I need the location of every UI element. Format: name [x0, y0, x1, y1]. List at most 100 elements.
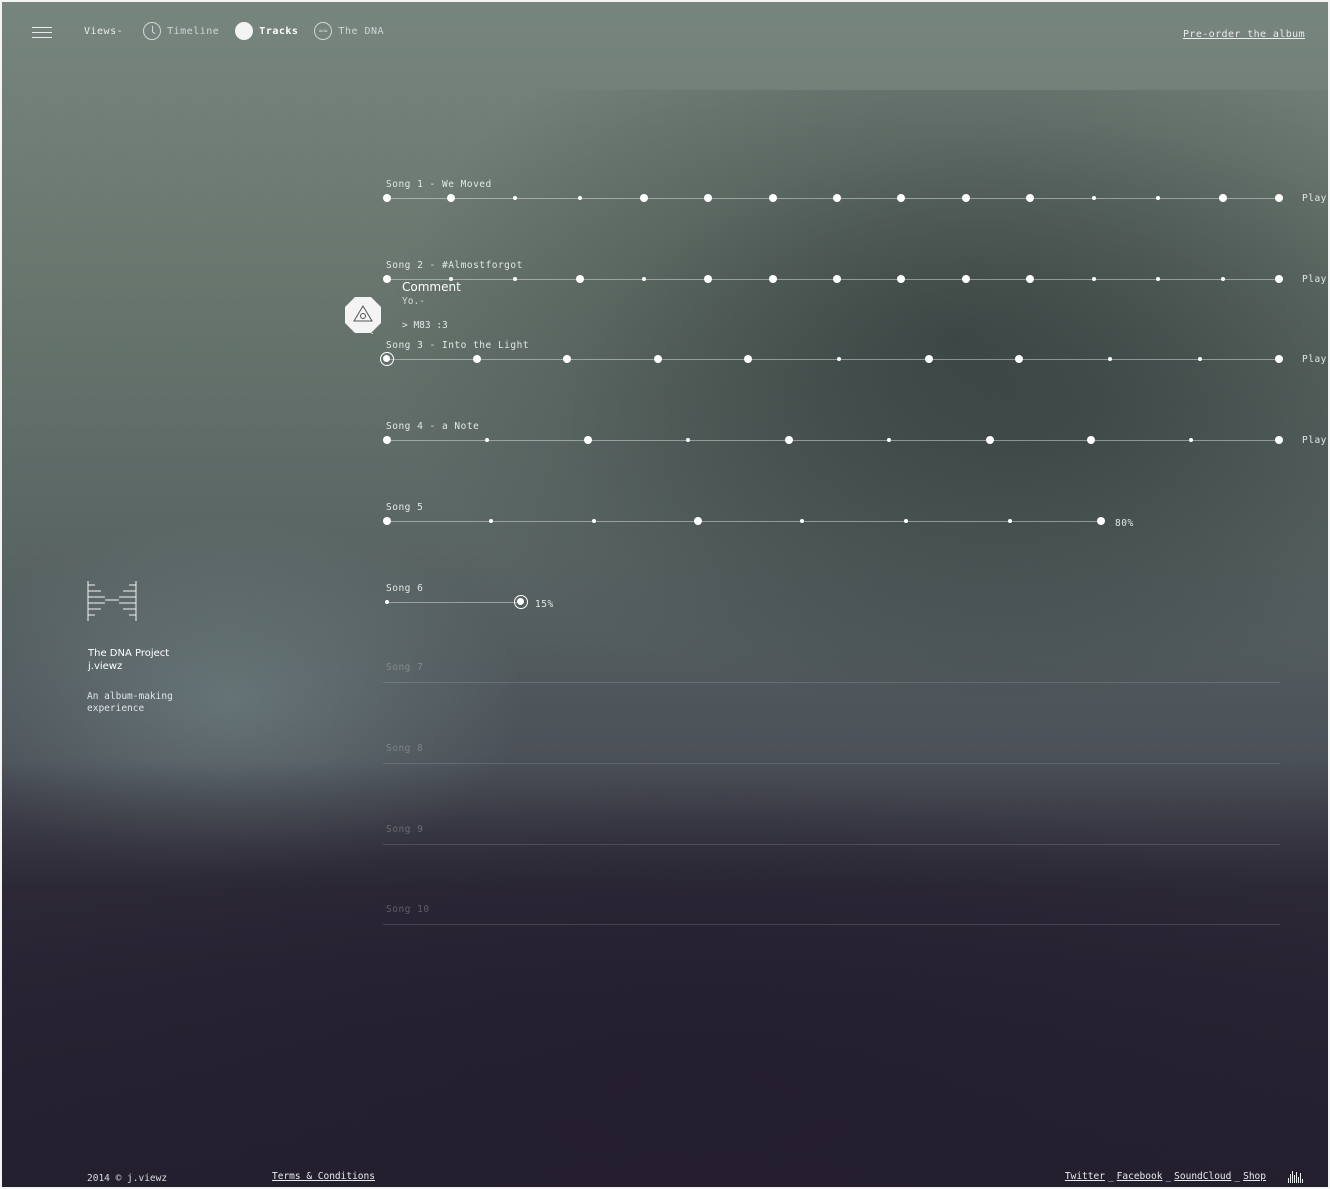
tracks-list: Song 1 - We Moved Play Song 2 - #Almostf…	[0, 0, 1330, 1189]
project-author: j.viewz	[88, 661, 123, 672]
play-button-1[interactable]: Play	[1302, 193, 1327, 204]
track-dot[interactable]	[1156, 196, 1160, 200]
track-dot[interactable]	[962, 194, 970, 202]
track-dot[interactable]	[513, 196, 517, 200]
track-dot[interactable]	[962, 275, 970, 283]
track-dot[interactable]	[1108, 357, 1112, 361]
track-dot[interactable]	[887, 438, 891, 442]
track-dot[interactable]	[383, 194, 391, 202]
track-dot[interactable]	[654, 355, 662, 363]
track-dot[interactable]	[744, 355, 752, 363]
progress-label-6: 15%	[535, 599, 554, 610]
project-tagline: An album-making experience	[87, 691, 197, 715]
progress-label-5: 80%	[1115, 518, 1134, 529]
project-info: The DNA Project j.viewz	[88, 647, 169, 673]
track-title-9: Song 9	[386, 824, 424, 835]
track-dot[interactable]	[837, 357, 841, 361]
track-dot[interactable]	[686, 438, 690, 442]
play-button-2[interactable]: Play	[1302, 274, 1327, 285]
track-dot[interactable]	[383, 517, 391, 525]
track-title-10: Song 10	[386, 904, 430, 915]
facebook-link[interactable]: Facebook	[1117, 1171, 1163, 1182]
track-dot[interactable]	[383, 275, 391, 283]
social-links: Twitter _ Facebook _ SoundCloud _ Shop	[1064, 1171, 1266, 1182]
track-dot[interactable]	[1092, 196, 1096, 200]
track-dot[interactable]	[592, 519, 596, 523]
track-dot[interactable]	[704, 275, 712, 283]
tagline-line-1: An album-making	[87, 691, 173, 702]
track-dot[interactable]	[1087, 436, 1095, 444]
track-dot[interactable]	[489, 519, 493, 523]
track-dot[interactable]	[1026, 275, 1034, 283]
track-dot[interactable]	[1156, 277, 1160, 281]
track-dot[interactable]	[1221, 277, 1225, 281]
track-dot[interactable]	[694, 517, 702, 525]
comment-body: > M83 :3	[402, 320, 448, 331]
track-dot[interactable]	[576, 275, 584, 283]
track-title-4: Song 4 - a Note	[386, 421, 480, 432]
track-dot[interactable]	[904, 519, 908, 523]
track-dot[interactable]	[1097, 517, 1105, 525]
shop-link[interactable]: Shop	[1243, 1171, 1266, 1182]
track-dot[interactable]	[1092, 277, 1096, 281]
track-dot[interactable]	[563, 355, 571, 363]
track-dot[interactable]	[385, 600, 389, 604]
track-dot[interactable]	[833, 194, 841, 202]
track-dot[interactable]	[925, 355, 933, 363]
track-dot[interactable]	[578, 196, 582, 200]
track-dot[interactable]	[1189, 438, 1193, 442]
track-line-9	[383, 844, 1280, 845]
track-line-4	[387, 440, 1280, 441]
track-dot[interactable]	[704, 194, 712, 202]
track-dot[interactable]	[1275, 194, 1283, 202]
track-dot[interactable]	[833, 275, 841, 283]
track-dot[interactable]	[1026, 194, 1034, 202]
track-line-6	[387, 602, 521, 603]
track-dot[interactable]	[1275, 275, 1283, 283]
track-dot[interactable]	[800, 519, 804, 523]
track-dot[interactable]	[897, 275, 905, 283]
twitter-link[interactable]: Twitter	[1065, 1171, 1105, 1182]
comment-anchor-dot[interactable]	[380, 352, 394, 366]
track-dot[interactable]	[785, 436, 793, 444]
track-dot[interactable]	[1198, 357, 1202, 361]
track-line-7	[383, 682, 1280, 683]
comment-badge[interactable]	[344, 296, 382, 334]
track-title-1: Song 1 - We Moved	[386, 179, 492, 190]
track-dot[interactable]	[383, 436, 391, 444]
track-dot[interactable]	[640, 194, 648, 202]
audio-bars-icon[interactable]	[1288, 1171, 1304, 1183]
track-line-10	[383, 924, 1280, 925]
track-dot[interactable]	[769, 275, 777, 283]
track-line-5	[387, 521, 1102, 522]
copyright: 2014 © j.viewz	[87, 1173, 168, 1184]
track-dot[interactable]	[1219, 194, 1227, 202]
track-title-6: Song 6	[386, 583, 424, 594]
track-title-3: Song 3 - Into the Light	[386, 340, 530, 351]
soundcloud-link[interactable]: SoundCloud	[1174, 1171, 1231, 1182]
track-dot[interactable]	[986, 436, 994, 444]
track-dot[interactable]	[897, 194, 905, 202]
track-dot[interactable]	[769, 194, 777, 202]
track-dot[interactable]	[1275, 436, 1283, 444]
comment-title: Comment	[402, 280, 461, 294]
dna-logo-icon	[87, 581, 137, 621]
track-dot[interactable]	[1275, 355, 1283, 363]
track-title-5: Song 5	[386, 502, 424, 513]
track-dot[interactable]	[1015, 355, 1023, 363]
progress-knob-6[interactable]	[514, 595, 528, 609]
track-dot[interactable]	[642, 277, 646, 281]
track-dot[interactable]	[513, 277, 517, 281]
comment-subtitle: Yo.-	[402, 296, 425, 307]
track-dot[interactable]	[447, 194, 455, 202]
track-line-8	[383, 763, 1280, 764]
play-button-4[interactable]: Play	[1302, 435, 1327, 446]
track-dot[interactable]	[485, 438, 489, 442]
track-dot[interactable]	[584, 436, 592, 444]
terms-link[interactable]: Terms & Conditions	[272, 1171, 375, 1182]
track-title-2: Song 2 - #Almostforgot	[386, 260, 523, 271]
track-dot[interactable]	[473, 355, 481, 363]
track-title-8: Song 8	[386, 743, 424, 754]
track-dot[interactable]	[1008, 519, 1012, 523]
play-button-3[interactable]: Play	[1302, 354, 1327, 365]
